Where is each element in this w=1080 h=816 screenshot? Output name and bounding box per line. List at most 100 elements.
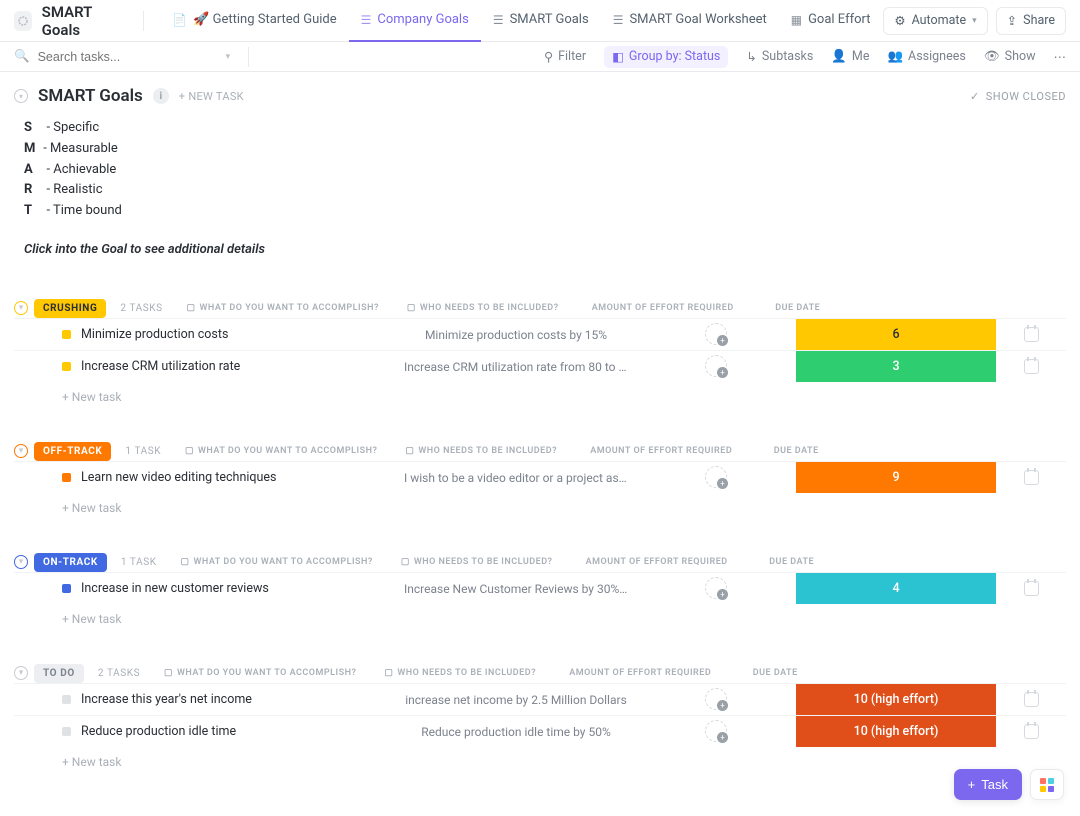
effort-cell[interactable]: 10 (high effort) [796, 684, 996, 715]
add-assignee-icon[interactable] [705, 323, 727, 345]
add-assignee-icon[interactable] [705, 577, 727, 599]
col-who-header[interactable]: ▢WHO NEEDS TO BE INCLUDED? [380, 668, 540, 678]
group-by-button[interactable]: ◧Group by: Status [604, 46, 728, 68]
who-cell[interactable] [636, 351, 796, 382]
accomplish-cell[interactable]: Increase CRM utilization rate from 80 to… [396, 351, 636, 382]
status-square[interactable] [62, 473, 71, 482]
show-closed-button[interactable]: ✓ SHOW CLOSED [970, 90, 1066, 103]
group-toggle[interactable] [14, 666, 28, 680]
fab-container: +Task [954, 769, 1064, 800]
subtasks-button[interactable]: ↳Subtasks [746, 49, 813, 65]
search-input[interactable] [38, 50, 158, 64]
list-title[interactable]: SMART Goals [38, 86, 143, 106]
accomplish-cell[interactable]: increase net income by 2.5 Million Dolla… [396, 684, 636, 715]
col-accomplish-header[interactable]: ▢WHAT DO YOU WANT TO ACCOMPLISH? [140, 668, 380, 678]
more-menu-button[interactable]: ⋯ [1054, 49, 1067, 65]
due-cell[interactable] [996, 684, 1066, 715]
who-cell[interactable] [636, 319, 796, 350]
accomplish-cell[interactable]: Increase New Customer Reviews by 30% Yea… [396, 573, 636, 604]
chevron-down-icon[interactable]: ▾ [226, 52, 231, 62]
col-effort-header[interactable]: AMOUNT OF EFFORT REQUIRED [561, 446, 761, 456]
col-who-header[interactable]: ▢WHO NEEDS TO BE INCLUDED? [401, 446, 561, 456]
who-cell[interactable] [636, 573, 796, 604]
task-row[interactable]: Increase in new customer reviews Increas… [14, 572, 1066, 604]
filter-button[interactable]: ⚲Filter [544, 49, 586, 65]
add-assignee-icon[interactable] [705, 720, 727, 742]
task-row[interactable]: Learn new video editing techniques I wis… [14, 461, 1066, 493]
accomplish-cell[interactable]: Reduce production idle time by 50% [396, 716, 636, 747]
due-cell[interactable] [996, 462, 1066, 493]
status-pill[interactable]: TO DO [34, 664, 84, 683]
col-effort-header[interactable]: AMOUNT OF EFFORT REQUIRED [563, 303, 763, 313]
tab-goal-effort[interactable]: ▦Goal Effort [779, 0, 880, 42]
breadcrumb-title[interactable]: SMART Goals [42, 3, 124, 39]
group-toggle[interactable] [14, 555, 28, 569]
apps-fab[interactable] [1030, 769, 1064, 800]
due-cell[interactable] [996, 319, 1066, 350]
show-button[interactable]: 👁Show [984, 49, 1036, 64]
effort-cell[interactable]: 3 [796, 351, 996, 382]
list-view-icon: ☰ [613, 13, 624, 27]
col-who-header[interactable]: ▢WHO NEEDS TO BE INCLUDED? [403, 303, 563, 313]
tab-company-goals[interactable]: ☰Company Goals [349, 0, 481, 42]
group-toggle[interactable] [14, 444, 28, 458]
effort-cell[interactable]: 6 [796, 319, 996, 350]
add-assignee-icon[interactable] [705, 688, 727, 710]
col-due-header[interactable]: DUE DATE [740, 668, 810, 678]
add-assignee-icon[interactable] [705, 355, 727, 377]
new-task-header-button[interactable]: + NEW TASK [179, 90, 244, 103]
accomplish-cell[interactable]: I wish to be a video editor or a project… [396, 462, 636, 493]
col-accomplish-header[interactable]: ▢WHAT DO YOU WANT TO ACCOMPLISH? [157, 557, 397, 567]
group-toggle[interactable] [14, 301, 28, 315]
col-due-header[interactable]: DUE DATE [763, 303, 833, 313]
effort-cell[interactable]: 4 [796, 573, 996, 604]
due-cell[interactable] [996, 573, 1066, 604]
share-button[interactable]: ⇪ Share [996, 7, 1066, 35]
who-cell[interactable] [636, 684, 796, 715]
new-task-button[interactable]: + New task [14, 382, 1066, 404]
task-row[interactable]: Reduce production idle time Reduce produ… [14, 715, 1066, 747]
col-due-header[interactable]: DUE DATE [757, 557, 827, 567]
who-cell[interactable] [636, 716, 796, 747]
assignees-button[interactable]: 👥Assignees [887, 49, 965, 64]
new-task-button[interactable]: + New task [14, 604, 1066, 626]
tab-smart-goals[interactable]: ☰SMART Goals [481, 0, 601, 42]
status-pill[interactable]: ON-TRACK [34, 553, 107, 572]
automate-button[interactable]: ⚙ Automate ▾ [883, 7, 987, 35]
add-assignee-icon[interactable] [705, 466, 727, 488]
status-pill[interactable]: CRUSHING [34, 299, 106, 318]
col-who-header[interactable]: ▢WHO NEEDS TO BE INCLUDED? [397, 557, 557, 567]
col-accomplish-header[interactable]: ▢WHAT DO YOU WANT TO ACCOMPLISH? [163, 303, 403, 313]
new-task-button[interactable]: + New task [14, 747, 1066, 769]
tab-getting-started[interactable]: 📄🚀 Getting Started Guide [160, 0, 348, 42]
col-due-header[interactable]: DUE DATE [761, 446, 831, 456]
effort-cell[interactable]: 9 [796, 462, 996, 493]
task-row[interactable]: Increase this year's net income increase… [14, 683, 1066, 715]
who-cell[interactable] [636, 462, 796, 493]
collapse-icon[interactable]: ▾ [14, 89, 28, 103]
col-accomplish-header[interactable]: ▢WHAT DO YOU WANT TO ACCOMPLISH? [161, 446, 401, 456]
effort-cell[interactable]: 10 (high effort) [796, 716, 996, 747]
status-square[interactable] [62, 695, 71, 704]
me-button[interactable]: 👤Me [831, 49, 869, 64]
status-square[interactable] [62, 362, 71, 371]
status-pill[interactable]: OFF-TRACK [34, 442, 111, 461]
col-effort-header[interactable]: AMOUNT OF EFFORT REQUIRED [557, 557, 757, 567]
new-task-fab[interactable]: +Task [954, 769, 1022, 800]
tab-smart-goal-worksheet[interactable]: ☰SMART Goal Worksheet [601, 0, 779, 42]
status-square[interactable] [62, 330, 71, 339]
list-view-icon: ☰ [361, 13, 372, 27]
col-effort-header[interactable]: AMOUNT OF EFFORT REQUIRED [540, 668, 740, 678]
status-group-crushing: CRUSHING 2 TASKS ▢WHAT DO YOU WANT TO AC… [14, 299, 1066, 404]
due-cell[interactable] [996, 716, 1066, 747]
status-square[interactable] [62, 584, 71, 593]
task-row[interactable]: Minimize production costs Minimize produ… [14, 318, 1066, 350]
subtask-icon: ↳ [746, 49, 756, 65]
accomplish-cell[interactable]: Minimize production costs by 15% [396, 319, 636, 350]
info-icon[interactable]: i [153, 88, 169, 104]
task-row[interactable]: Increase CRM utilization rate Increase C… [14, 350, 1066, 382]
status-square[interactable] [62, 727, 71, 736]
top-bar: SMART Goals 📄🚀 Getting Started Guide ☰Co… [0, 0, 1080, 42]
due-cell[interactable] [996, 351, 1066, 382]
new-task-button[interactable]: + New task [14, 493, 1066, 515]
